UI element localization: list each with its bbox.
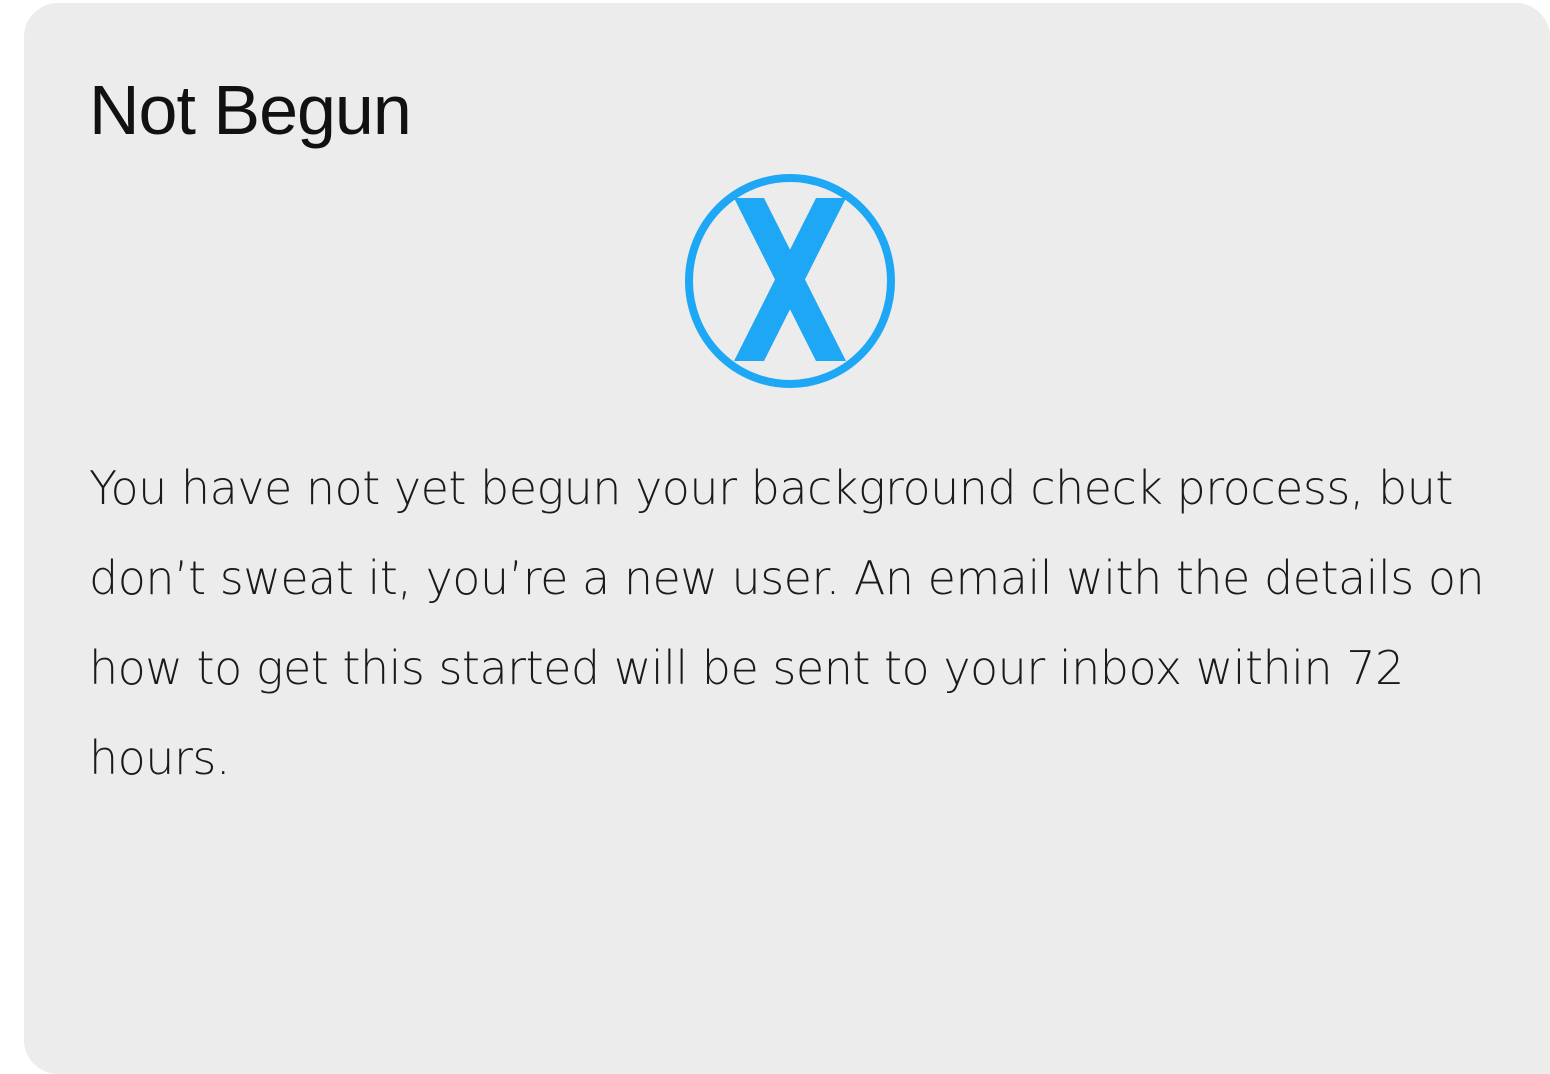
card-title: Not Begun [89,71,412,149]
status-card: Not Begun You have not yet begun your ba… [24,3,1550,1074]
x-circle-icon [684,173,896,389]
status-message: You have not yet begun your background c… [89,461,1485,785]
